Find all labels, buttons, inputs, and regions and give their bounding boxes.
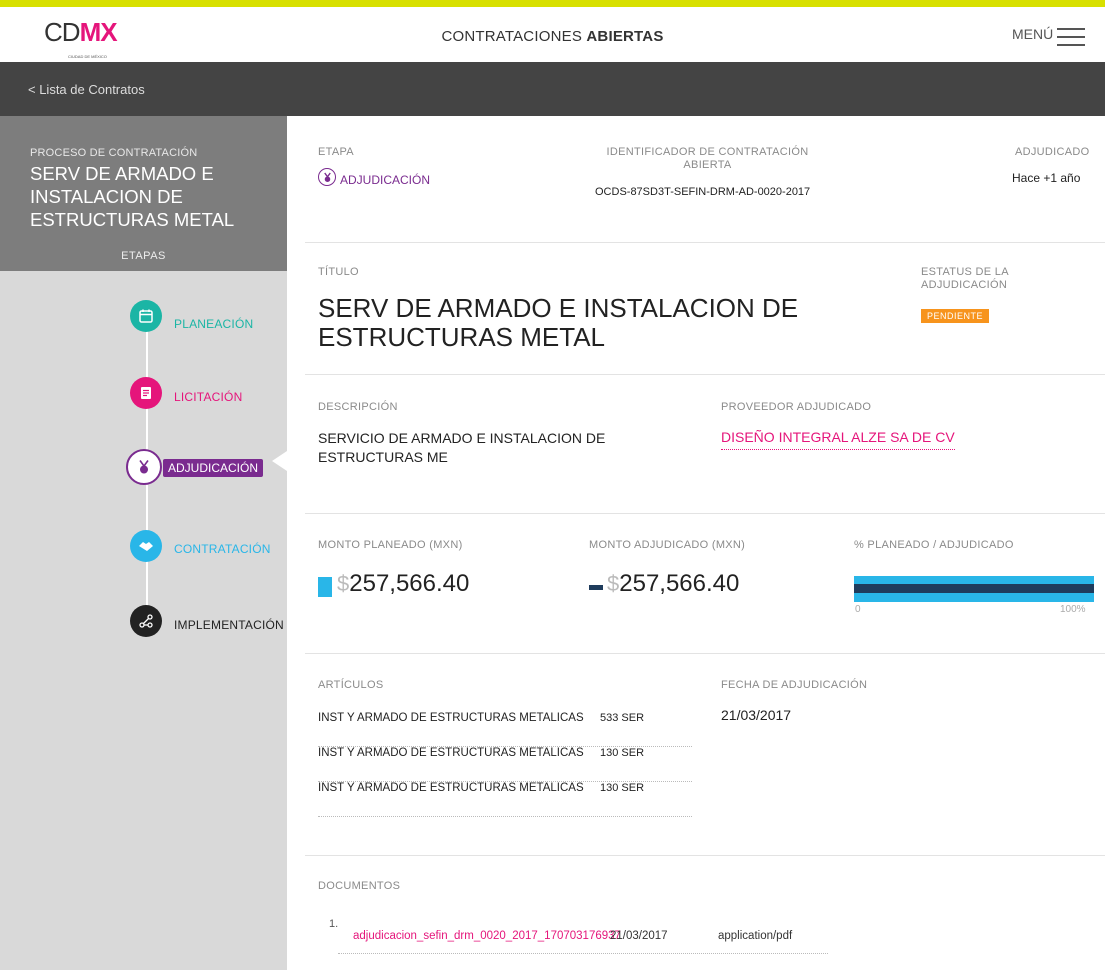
document-type: application/pdf <box>718 930 793 942</box>
article-name: INST Y ARMADO DE ESTRUCTURAS METALICAS <box>318 712 584 724</box>
awarded-amount-label: MONTO ADJUDICADO (MXN) <box>589 539 746 551</box>
supplier-link[interactable]: DISEÑO INTEGRAL ALZE SA DE CV <box>721 429 955 450</box>
process-title: SERV DE ARMADO E INSTALACION DE ESTRUCTU… <box>30 163 235 230</box>
handshake-icon[interactable] <box>130 530 162 562</box>
document-number: 1. <box>329 918 339 930</box>
article-qty: 130 SER <box>600 747 645 759</box>
planned-amount-label: MONTO PLANEADO (MXN) <box>318 539 463 551</box>
divider <box>305 513 1105 514</box>
contract-title: SERV DE ARMADO E INSTALACION DE ESTRUCTU… <box>318 293 799 352</box>
award-date-value: 21/03/2017 <box>721 707 792 723</box>
document-icon[interactable] <box>130 377 162 409</box>
table-row: INST Y ARMADO DE ESTRUCTURAS METALICAS 5… <box>318 712 692 747</box>
table-row: INST Y ARMADO DE ESTRUCTURAS METALICAS 1… <box>318 782 692 817</box>
stage-implementacion[interactable]: IMPLEMENTACIÓN <box>174 618 284 632</box>
divider <box>305 855 1105 856</box>
table-row: INST Y ARMADO DE ESTRUCTURAS METALICAS 1… <box>318 747 692 782</box>
process-label: PROCESO DE CONTRATACIÓN <box>30 147 198 159</box>
award-date-label: FECHA DE ADJUDICACIÓN <box>721 679 868 691</box>
divider <box>305 653 1105 654</box>
awarded-value: 257,566.40 <box>619 570 740 597</box>
header-title-light: CONTRATACIONES <box>441 28 587 45</box>
divider <box>305 374 1105 375</box>
active-stage-pointer <box>272 451 287 471</box>
adjudicado-value: Hace +1 año <box>1012 171 1081 185</box>
stage-licitacion[interactable]: LICITACIÓN <box>174 390 242 404</box>
medal-icon[interactable] <box>126 449 162 485</box>
document-link[interactable]: adjudicacion_sefin_drm_0020_2017_1707031… <box>353 930 621 942</box>
status-label: ESTATUS DE LA ADJUDICACIÓN <box>921 266 1009 291</box>
supplier-label: PROVEEDOR ADJUDICADO <box>721 401 872 413</box>
planned-swatch <box>318 577 332 597</box>
network-icon[interactable] <box>130 605 162 637</box>
articles-label: ARTÍCULOS <box>318 679 384 691</box>
header-title-bold: ABIERTAS <box>586 28 664 45</box>
ratio-axis-max: 100% <box>1060 604 1086 615</box>
status-badge: PENDIENTE <box>921 309 990 323</box>
etapa-label: ETAPA <box>318 146 354 158</box>
ratio-label: % PLANEADO / ADJUDICADO <box>854 539 1014 551</box>
ocid-value: OCDS-87SD3T-SEFIN-DRM-AD-0020-2017 <box>595 186 811 198</box>
article-name: INST Y ARMADO DE ESTRUCTURAS METALICAS <box>318 747 584 759</box>
ratio-axis-min: 0 <box>855 604 861 615</box>
etapa-value: ADJUDICACIÓN <box>340 173 431 187</box>
awarded-currency: $ <box>607 571 620 596</box>
stage-adjudicacion[interactable]: ADJUDICACIÓN <box>163 459 264 477</box>
article-qty: 533 SER <box>600 712 645 724</box>
article-name: INST Y ARMADO DE ESTRUCTURAS METALICAS <box>318 782 584 794</box>
back-to-contracts-link[interactable]: < Lista de Contratos <box>28 82 145 97</box>
menu-label[interactable]: MENÚ <box>1012 26 1053 42</box>
medal-icon <box>318 168 336 186</box>
divider <box>305 242 1105 243</box>
description-label: DESCRIPCIÓN <box>318 401 398 413</box>
calendar-icon[interactable] <box>130 300 162 332</box>
ocid-label: IDENTIFICADOR DE CONTRATACIÓN ABIERTA <box>606 146 809 171</box>
nav-bar <box>0 62 1105 116</box>
top-accent-bar <box>0 0 1105 7</box>
stage-planeacion[interactable]: PLANEACIÓN <box>174 317 253 331</box>
awarded-swatch <box>589 585 603 590</box>
awarded-ratio-bar <box>854 584 1094 593</box>
documents-label: DOCUMENTOS <box>318 880 401 892</box>
title-label: TÍTULO <box>318 266 359 278</box>
stage-contratacion[interactable]: CONTRATACIÓN <box>174 542 271 556</box>
article-qty: 130 SER <box>600 782 645 794</box>
planned-value: 257,566.40 <box>349 570 470 597</box>
planned-amount: $257,566.40 <box>337 570 469 598</box>
planned-currency: $ <box>337 571 350 596</box>
adjudicado-label: ADJUDICADO <box>1015 146 1090 158</box>
awarded-amount: $257,566.40 <box>607 570 739 598</box>
description-value: SERVICIO DE ARMADO E INSTALACION DE ESTR… <box>318 430 606 465</box>
document-date: 21/03/2017 <box>610 930 668 942</box>
page-header-title: CONTRATACIONES ABIERTAS <box>0 28 1105 45</box>
stages-label: ETAPAS <box>121 250 166 262</box>
